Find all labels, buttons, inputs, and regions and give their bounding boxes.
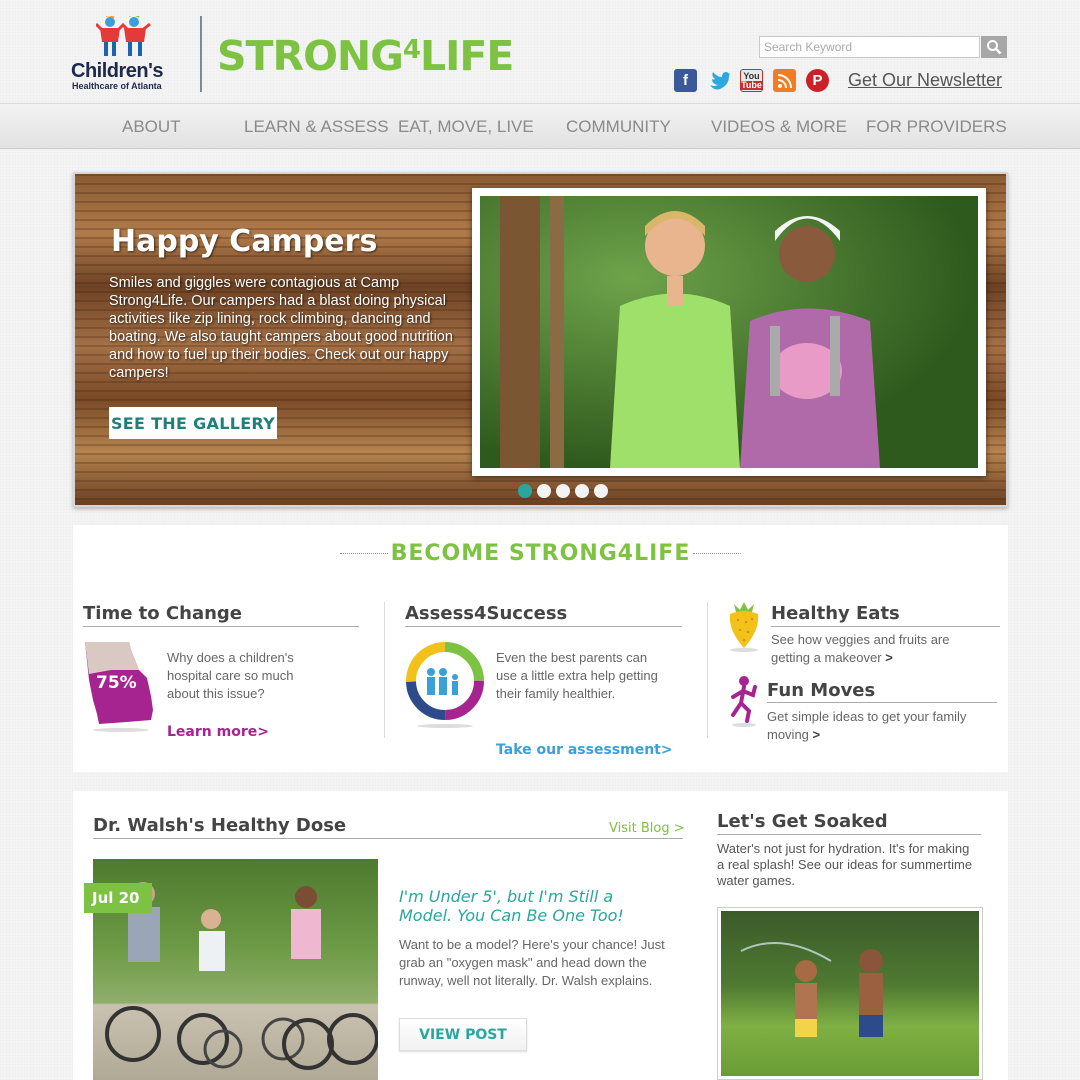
healthy-eats-title[interactable]: Healthy Eats bbox=[771, 603, 900, 624]
healthy-eats-desc: See how veggies and fruits are getting a… bbox=[771, 632, 950, 665]
nav-community[interactable]: COMMUNITY bbox=[566, 117, 671, 137]
column-separator bbox=[384, 602, 385, 738]
healthy-eats-text: See how veggies and fruits are getting a… bbox=[771, 631, 991, 667]
nav-learn-assess[interactable]: LEARN & ASSESS bbox=[244, 117, 389, 137]
blog-title[interactable]: Dr. Walsh's Healthy Dose bbox=[93, 815, 346, 836]
nav-eat-move-live[interactable]: EAT, MOVE, LIVE bbox=[398, 117, 534, 137]
bottom-section: Dr. Walsh's Healthy Dose Visit Blog > Ju… bbox=[73, 791, 1008, 1080]
stat-75-percent: 75% bbox=[96, 673, 137, 693]
learn-more-link[interactable]: Learn more> bbox=[167, 724, 269, 740]
nav-about[interactable]: ABOUT bbox=[122, 117, 181, 137]
soaked-title[interactable]: Let's Get Soaked bbox=[717, 811, 888, 832]
brand-strong: STRONG bbox=[217, 32, 404, 80]
running-figure-icon bbox=[731, 676, 757, 727]
hero-photo[interactable] bbox=[472, 188, 986, 476]
strawberry-icon bbox=[729, 602, 759, 652]
twitter-icon[interactable] bbox=[707, 69, 730, 92]
assess-text: Even the best parents can use a little e… bbox=[496, 650, 658, 701]
facebook-icon[interactable]: f bbox=[674, 69, 697, 92]
search-input[interactable]: Search Keyword bbox=[759, 36, 980, 58]
search-icon bbox=[987, 40, 1002, 55]
org-subtitle: Healthcare of Atlanta bbox=[72, 81, 162, 91]
time-to-change-rule bbox=[83, 626, 359, 627]
logo-divider bbox=[200, 16, 202, 92]
fun-moves-rule bbox=[767, 702, 997, 703]
sprinkler-photo bbox=[721, 911, 979, 1076]
hero-text: Smiles and giggles were contagious at Ca… bbox=[109, 275, 453, 381]
carousel-dots bbox=[518, 484, 608, 498]
carousel-dot-3[interactable] bbox=[556, 484, 570, 498]
site-header: Children's Healthcare of Atlanta STRONG4… bbox=[0, 0, 1080, 103]
become-title: BECOME STRONG4LIFE bbox=[390, 541, 691, 566]
view-post-button[interactable]: VIEW POST bbox=[399, 1018, 527, 1051]
become-section: BECOME STRONG4LIFE Time to Change 75% Wh… bbox=[73, 525, 1008, 772]
brand-four: 4 bbox=[402, 35, 421, 65]
take-assessment-link[interactable]: Take our assessment> bbox=[496, 742, 673, 758]
soaked-photo[interactable] bbox=[717, 907, 983, 1080]
carousel-dot-5[interactable] bbox=[594, 484, 608, 498]
youtube-icon[interactable]: You Tube bbox=[740, 69, 763, 92]
family-assessment-icon bbox=[406, 642, 484, 728]
newsletter-link[interactable]: Get Our Newsletter bbox=[848, 70, 1002, 91]
nav-for-providers[interactable]: FOR PROVIDERS bbox=[866, 117, 1007, 137]
carousel-dot-4[interactable] bbox=[575, 484, 589, 498]
healthy-eats-arrow[interactable]: > bbox=[885, 650, 893, 665]
assess-rule bbox=[405, 626, 682, 627]
strong4life-logo[interactable]: STRONG4LIFE bbox=[217, 32, 514, 80]
childrens-logo-icon[interactable] bbox=[96, 16, 152, 58]
org-name[interactable]: Children's bbox=[71, 60, 164, 83]
soaked-text: Water's not just for hydration. It's for… bbox=[717, 841, 973, 888]
time-to-change-text: Why does a children's hospital care so m… bbox=[167, 650, 294, 701]
column-separator bbox=[707, 602, 708, 738]
fun-moves-text: Get simple ideas to get your family movi… bbox=[767, 708, 999, 744]
see-gallery-button[interactable]: SEE THE GALLERY bbox=[109, 407, 277, 439]
fun-moves-title[interactable]: Fun Moves bbox=[767, 680, 875, 701]
post-excerpt: Want to be a model? Here's your chance! … bbox=[399, 937, 665, 988]
visit-blog-link[interactable]: Visit Blog > bbox=[609, 821, 685, 836]
carousel-dot-2[interactable] bbox=[537, 484, 551, 498]
hero-carousel: Happy Campers Smiles and giggles were co… bbox=[73, 172, 1008, 507]
brand-life: LIFE bbox=[419, 32, 514, 80]
post-title[interactable]: I'm Under 5', but I'm Still a Model. You… bbox=[399, 887, 629, 925]
fun-moves-desc: Get simple ideas to get your family movi… bbox=[767, 709, 967, 742]
campers-illustration bbox=[500, 196, 880, 468]
sprinkler-illustration bbox=[740, 942, 883, 1037]
blog-icon[interactable] bbox=[773, 69, 796, 92]
nav-videos-more[interactable]: VIDEOS & MORE bbox=[711, 117, 847, 137]
carousel-dot-1[interactable] bbox=[518, 484, 532, 498]
main-nav: ABOUT LEARN & ASSESS EAT, MOVE, LIVE COM… bbox=[0, 103, 1080, 149]
assess4success-title[interactable]: Assess4Success bbox=[405, 603, 567, 624]
blog-rule bbox=[93, 838, 683, 839]
title-rule-right bbox=[693, 553, 741, 554]
hero-title: Happy Campers bbox=[111, 224, 378, 259]
pinterest-icon[interactable]: P bbox=[806, 69, 829, 92]
post-date-badge: Jul 20 bbox=[84, 883, 152, 913]
campers-photo bbox=[480, 196, 978, 468]
fun-moves-arrow[interactable]: > bbox=[813, 727, 821, 742]
search-button[interactable] bbox=[981, 36, 1007, 58]
soaked-rule bbox=[717, 834, 981, 835]
healthy-eats-rule bbox=[771, 626, 1000, 627]
time-to-change-title[interactable]: Time to Change bbox=[83, 603, 242, 624]
